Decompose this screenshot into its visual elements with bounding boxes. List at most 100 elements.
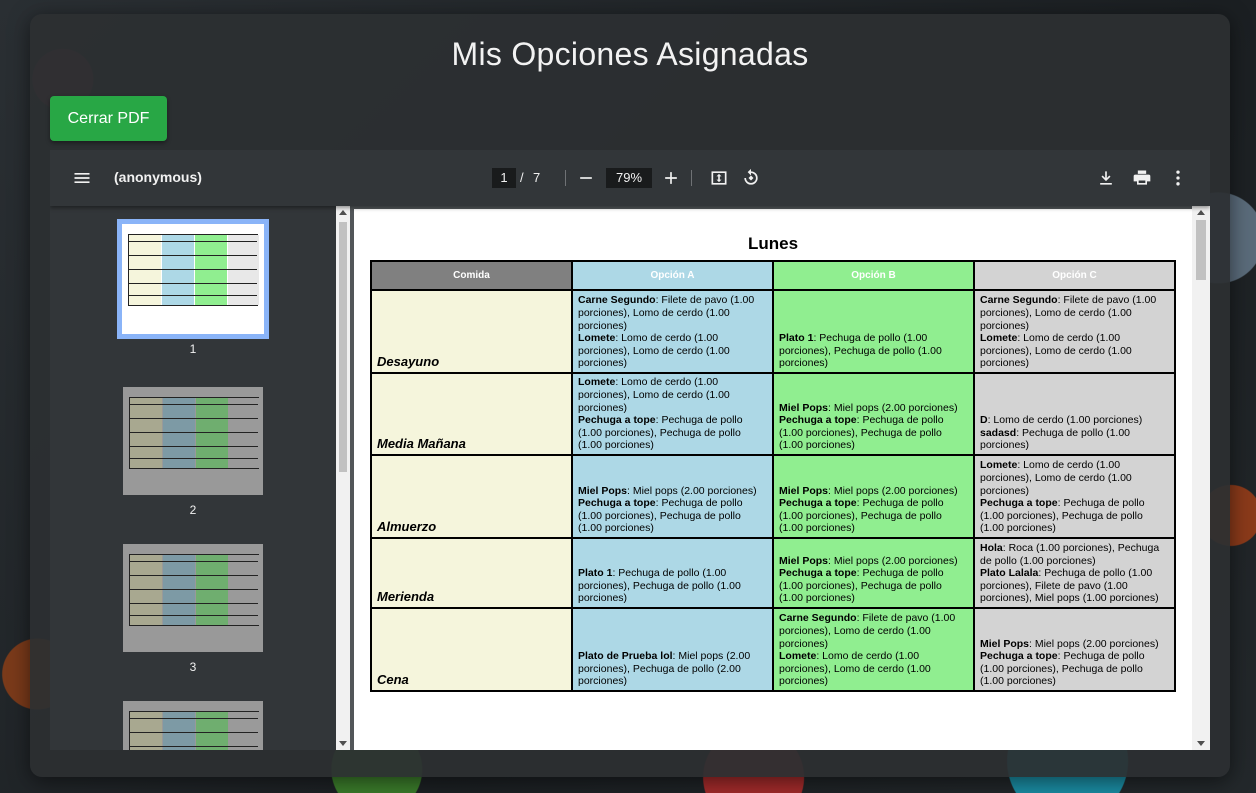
page-scroll-thumb[interactable] <box>1196 220 1206 280</box>
pdf-viewer: (anonymous) 1 / 7 79% 1 2 3 Lunes Comida… <box>50 150 1210 750</box>
page-title: Mis Opciones Asignadas <box>451 36 809 72</box>
dish-entry: Plato 1: Pechuga de pollo (1.00 porcione… <box>779 332 968 370</box>
dish-name: Lomete <box>980 459 1018 472</box>
table-row: Cena Plato de Prueba lol: Miel pops (2.00… <box>370 607 1176 692</box>
dish-name: Miel Pops <box>980 637 1030 650</box>
table-row: Media Mañana Lomete: Lomo de cerdo (1.00 … <box>370 372 1176 456</box>
dish-entry: Lomete: Lomo de cerdo (1.00 porciones), … <box>980 332 1169 370</box>
more-vert-icon[interactable] <box>1168 168 1188 188</box>
table-row: Almuerzo Miel Pops: Miel pops (2.00 porci… <box>370 454 1176 539</box>
dish-entry: Miel Pops: Miel pops (2.00 porciones) <box>779 555 968 568</box>
thumbnail-page-1[interactable]: 1 <box>117 219 269 356</box>
dish-name: Carne Segundo <box>980 294 1058 307</box>
rotate-icon[interactable] <box>741 168 761 188</box>
dish-entry: Miel Pops: Miel pops (2.00 porciones) <box>779 402 968 415</box>
total-pages: 7 <box>533 170 541 185</box>
dish-name: Pechuga a tope <box>980 497 1058 510</box>
dish-ingredients: : Roca (1.00 porciones), Pechuga de poll… <box>980 542 1160 567</box>
dish-name: D <box>980 414 988 427</box>
dish-entry: Carne Segundo: Filete de pavo (1.00 porc… <box>578 294 767 332</box>
dish-name: Pechuga a tope <box>779 414 857 427</box>
dish-entry: Lomete: Lomo de cerdo (1.00 porciones), … <box>578 332 767 370</box>
thumbnail-image <box>123 701 263 750</box>
thumbnail-page-3[interactable]: 3 <box>117 544 269 674</box>
table-row: Desayuno Carne Segundo: Filete de pavo (1… <box>370 289 1176 374</box>
dish-entry: Pechuga a tope: Pechuga de pollo (1.00 p… <box>980 650 1169 688</box>
zoom-input[interactable]: 79% <box>606 168 652 188</box>
option-b-cell: Carne Segundo: Filete de pavo (1.00 porc… <box>772 607 975 692</box>
meal-cell: Desayuno <box>370 289 573 374</box>
dish-ingredients: : Lomo de cerdo (1.00 porciones) <box>987 414 1143 427</box>
dish-name: Miel Pops <box>779 554 829 567</box>
dish-entry: Lomete: Lomo de cerdo (1.00 porciones), … <box>980 459 1169 497</box>
table-row: Merienda Plato 1: Pechuga de pollo (1.00 … <box>370 537 1176 609</box>
option-b-cell: Miel Pops: Miel pops (2.00 porciones) Pec… <box>772 454 975 539</box>
thumbnail-label: 1 <box>189 342 197 356</box>
thumbnail-sidebar: 1 2 3 <box>50 206 350 750</box>
meal-name: Media Mañana <box>377 436 466 452</box>
dish-name: Hola <box>980 542 1003 555</box>
option-b-cell: Plato 1: Pechuga de pollo (1.00 porcione… <box>772 289 975 374</box>
thumbnail-image <box>123 544 263 652</box>
option-b-cell: Miel Pops: Miel pops (2.00 porciones) Pec… <box>772 537 975 609</box>
option-a-cell: Plato 1: Pechuga de pollo (1.00 porcione… <box>571 537 774 609</box>
dish-name: sadasd <box>980 426 1017 439</box>
option-a-cell: Lomete: Lomo de cerdo (1.00 porciones), … <box>571 372 774 456</box>
dish-entry: Pechuga a tope: Pechuga de pollo (1.00 p… <box>779 497 968 535</box>
table-header-row: Comida Opción A Opción B Opción C <box>370 260 1176 291</box>
meal-cell: Merienda <box>370 537 573 609</box>
dish-name: Plato de Prueba lol <box>578 650 673 663</box>
option-b-cell: Miel Pops: Miel pops (2.00 porciones) Pec… <box>772 372 975 456</box>
dish-entry: Pechuga a tope: Pechuga de pollo (1.00 p… <box>779 567 968 605</box>
thumbnail-page-2[interactable]: 2 <box>117 387 269 517</box>
document-title: (anonymous) <box>114 169 202 185</box>
download-icon[interactable] <box>1096 168 1116 188</box>
thumbnail-image <box>123 387 263 495</box>
assigned-options-panel: Mis Opciones Asignadas Cerrar PDF (anony… <box>30 14 1230 777</box>
sidebar-scrollbar[interactable] <box>336 206 350 750</box>
dish-ingredients: : Miel pops (2.00 porciones) <box>828 554 958 567</box>
close-pdf-button[interactable]: Cerrar PDF <box>50 96 167 141</box>
dish-ingredients: : Miel pops (2.00 porciones) <box>828 484 958 497</box>
thumbnail-page-4[interactable] <box>117 701 269 750</box>
minus-icon[interactable] <box>576 168 596 188</box>
thumbnail-label: 3 <box>189 660 197 674</box>
toolbar-divider <box>565 170 566 186</box>
dish-name: Lomete <box>980 332 1018 345</box>
dish-name: Pechuga a tope <box>578 497 656 510</box>
meal-name: Almuerzo <box>377 519 437 535</box>
header-option-a: Opción A <box>571 260 774 291</box>
print-icon[interactable] <box>1132 168 1152 188</box>
pdf-toolbar: (anonymous) 1 / 7 79% <box>50 150 1210 206</box>
page-scrollbar[interactable] <box>1192 206 1210 750</box>
page-number-input[interactable]: 1 <box>492 168 516 188</box>
option-c-cell: Lomete: Lomo de cerdo (1.00 porciones), … <box>973 454 1176 539</box>
dish-entry: Lomete: Lomo de cerdo (1.00 porciones), … <box>578 376 767 414</box>
dish-name: Plato Lalala <box>980 567 1039 580</box>
fit-page-icon[interactable] <box>709 168 729 188</box>
dish-name: Lomete <box>779 650 817 663</box>
plus-icon[interactable] <box>661 168 681 188</box>
meal-cell: Almuerzo <box>370 454 573 539</box>
dish-name: Plato 1 <box>578 567 613 580</box>
dish-name: Pechuga a tope <box>779 497 857 510</box>
meal-name: Merienda <box>377 589 435 605</box>
dish-name: Pechuga a tope <box>779 567 857 580</box>
dish-entry: Plato 1: Pechuga de pollo (1.00 porcione… <box>578 567 767 605</box>
dish-entry: Miel Pops: Miel pops (2.00 porciones) <box>980 638 1169 651</box>
dish-ingredients: : Miel pops (2.00 porciones) <box>1029 637 1159 650</box>
meal-name: Cena <box>377 672 409 688</box>
dish-name: Lomete <box>578 332 616 345</box>
meal-options-table: Comida Opción A Opción B Opción C Desayu… <box>370 260 1176 692</box>
dish-name: Miel Pops <box>779 484 829 497</box>
dish-entry: Miel Pops: Miel pops (2.00 porciones) <box>578 485 767 498</box>
dish-name: Plato 1 <box>779 332 814 345</box>
option-a-cell: Plato de Prueba lol: Miel pops (2.00 por… <box>571 607 774 692</box>
sidebar-scroll-thumb[interactable] <box>339 222 347 472</box>
menu-icon[interactable] <box>72 168 92 188</box>
dish-entry: Carne Segundo: Filete de pavo (1.00 porc… <box>980 294 1169 332</box>
option-a-cell: Carne Segundo: Filete de pavo (1.00 porc… <box>571 289 774 374</box>
dish-name: Miel Pops <box>779 401 829 414</box>
page-separator: / <box>520 170 524 185</box>
dish-entry: Pechuga a tope: Pechuga de pollo (1.00 p… <box>578 414 767 452</box>
